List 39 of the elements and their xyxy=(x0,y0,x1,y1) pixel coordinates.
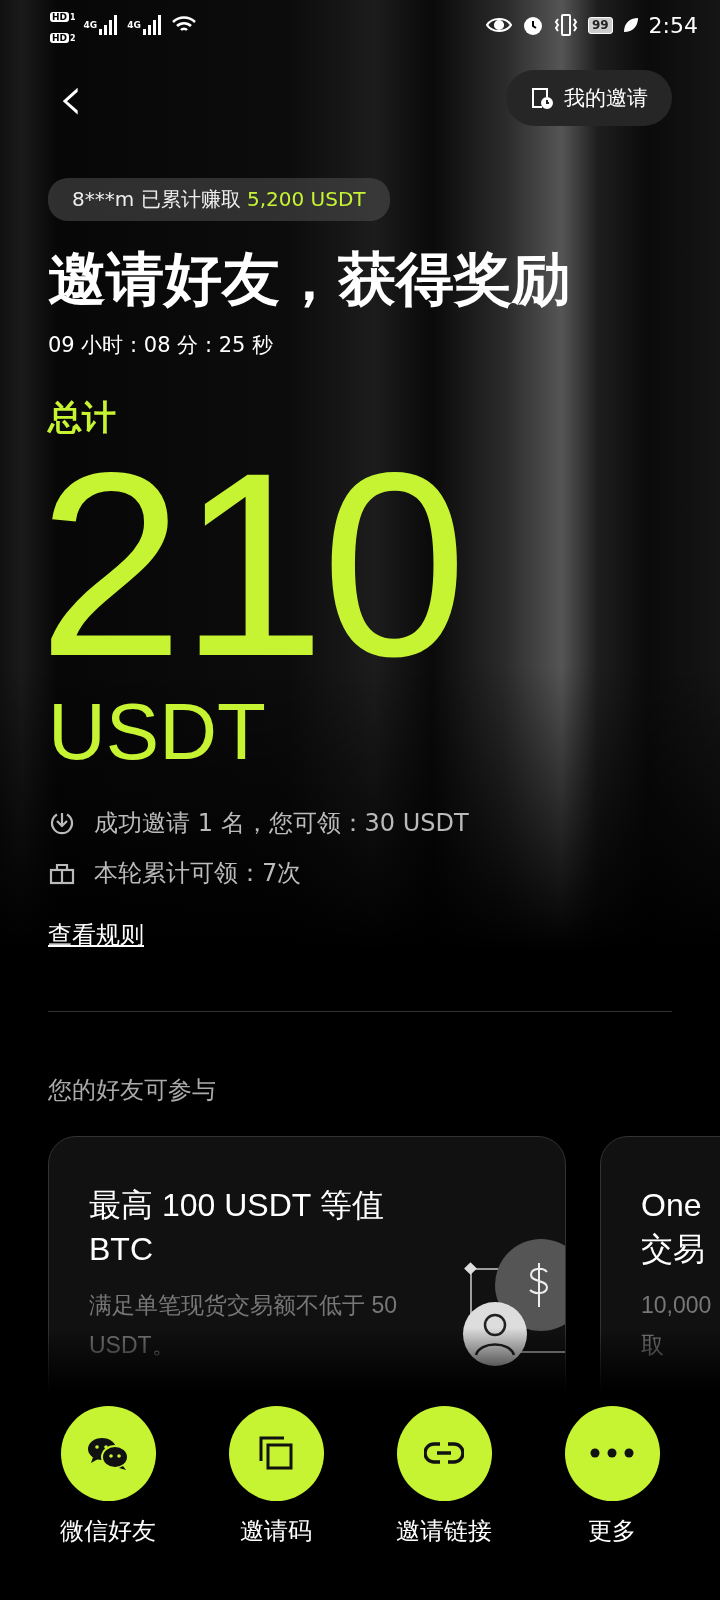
chat-bubbles-icon xyxy=(87,1436,129,1471)
document-clock-icon xyxy=(530,86,554,110)
reward-info: 成功邀请 1 名，您可领：30 USDT xyxy=(94,807,469,839)
network-type: 4G xyxy=(83,20,98,30)
share-action[interactable]: 更多 xyxy=(552,1405,672,1547)
page-title: 邀请好友，获得奖励 xyxy=(48,245,571,315)
signal-icon xyxy=(142,15,163,35)
total-label: 总计 xyxy=(48,395,117,439)
clock-time: 2:54 xyxy=(648,12,698,38)
card-title: 最高 100 USDT 等值 BTC xyxy=(89,1185,385,1269)
section-label: 您的好友可参与 xyxy=(48,1074,217,1106)
currency-unit: USDT xyxy=(48,686,266,777)
rules-link[interactable]: 查看规则 xyxy=(48,918,144,951)
vibrate-icon xyxy=(553,14,578,36)
card-description: 满足单笔现货交易额不低于 50 USDT。 xyxy=(89,1290,398,1360)
link-icon xyxy=(424,1441,464,1466)
share-action[interactable]: 邀请码 xyxy=(216,1405,336,1547)
battery-level: 99 xyxy=(587,16,613,34)
countdown-timer: 09 小时 : 08 分 : 25 秒 xyxy=(48,331,275,359)
more-icon xyxy=(590,1448,634,1459)
signal-icon xyxy=(99,15,120,35)
share-action[interactable]: 邀请链接 xyxy=(384,1405,504,1547)
share-action[interactable]: 微信好友 xyxy=(48,1405,168,1547)
card-title: One 交易 xyxy=(641,1185,706,1269)
hd-badge: HD xyxy=(50,33,69,43)
my-invites-button[interactable]: 我的邀请 xyxy=(506,70,672,126)
card-description: 10,000 取 xyxy=(641,1290,713,1360)
total-amount: 210 xyxy=(38,454,464,675)
leaf-icon xyxy=(622,17,639,33)
hd-badge: HD xyxy=(50,12,69,22)
alarm-icon xyxy=(521,14,544,36)
back-button[interactable]: ‹ xyxy=(48,66,94,130)
eye-icon xyxy=(485,16,512,34)
copy-icon xyxy=(258,1435,294,1472)
sim-slot: 1 xyxy=(70,13,76,22)
network-type: 4G xyxy=(127,20,141,30)
reward-info: 本轮累计可领：7次 xyxy=(94,857,302,889)
sim-slot: 2 xyxy=(70,34,76,43)
earnings-ticker: 8***m 已累计赚取 5,200 USDT xyxy=(48,178,390,221)
